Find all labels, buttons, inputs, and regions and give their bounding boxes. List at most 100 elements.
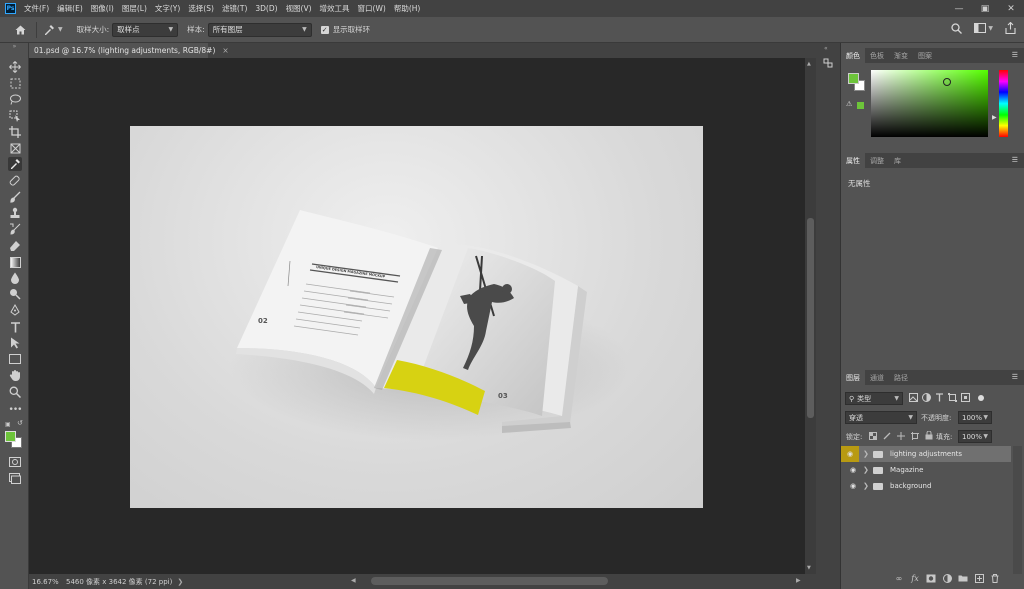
scroll-right-icon[interactable]: ▶ (796, 577, 801, 584)
link-layers-icon[interactable]: ∞ (893, 572, 905, 584)
panel-menu-icon[interactable]: ☰ (1012, 51, 1018, 59)
new-adjustment-layer-icon[interactable] (941, 572, 953, 584)
vertical-scroll-thumb[interactable] (807, 218, 814, 418)
menu-select[interactable]: 选择(S) (184, 3, 218, 14)
eraser-tool-icon[interactable] (8, 239, 22, 253)
filter-toggle-icon[interactable] (978, 394, 984, 401)
filter-shape-icon[interactable] (948, 393, 957, 402)
expand-chevron-icon[interactable]: ❯ (863, 450, 873, 458)
lock-position-icon[interactable] (897, 431, 905, 440)
object-selection-tool-icon[interactable] (8, 109, 22, 123)
blend-mode-select[interactable]: 穿透 ▼ (845, 411, 917, 424)
hand-tool-icon[interactable] (8, 368, 22, 382)
close-icon[interactable]: ✕ (998, 0, 1024, 17)
menu-file[interactable]: 文件(F) (20, 3, 53, 14)
filter-pixel-icon[interactable] (909, 393, 918, 402)
marquee-tool-icon[interactable] (8, 76, 22, 90)
collapse-panels-icon[interactable]: « (824, 45, 828, 52)
rectangle-tool-icon[interactable] (8, 352, 22, 366)
menu-type[interactable]: 文字(Y) (151, 3, 184, 14)
horizontal-scrollbar[interactable]: ◀ ▶ (29, 574, 816, 589)
add-mask-icon[interactable] (925, 572, 937, 584)
pen-tool-icon[interactable] (8, 303, 22, 317)
minimize-icon[interactable]: — (946, 0, 972, 17)
layer-name[interactable]: Magazine (890, 466, 923, 474)
show-sampling-ring-checkbox[interactable]: ✓ 显示取样环 (320, 24, 374, 35)
layer-row-lighting-adjustments[interactable]: ◉ ❯ lighting adjustments (841, 446, 1011, 462)
type-tool-icon[interactable] (8, 320, 22, 334)
menu-image[interactable]: 图像(I) (87, 3, 118, 14)
canvas-area[interactable]: 02 03 UNIQUE DESIGN MAGAZINE MOCKUP (29, 58, 805, 574)
filter-type-icon[interactable] (935, 393, 944, 402)
share-icon[interactable] (1005, 22, 1016, 34)
search-icon[interactable] (951, 22, 963, 34)
crop-tool-icon[interactable] (8, 125, 22, 139)
scroll-left-icon[interactable]: ◀ (351, 577, 356, 584)
layer-row-background[interactable]: ◉ ❯ background (841, 478, 1011, 494)
tab-color[interactable]: 颜色 (841, 48, 865, 63)
layers-scrollbar[interactable] (1013, 446, 1022, 574)
menu-view[interactable]: 视图(V) (282, 3, 316, 14)
menu-plugins[interactable]: 增效工具 (316, 3, 354, 14)
history-brush-tool-icon[interactable] (8, 222, 22, 236)
photoshop-logo-icon[interactable]: Ps (5, 3, 16, 14)
collapse-icon[interactable]: » (0, 43, 29, 50)
panel-menu-icon[interactable]: ☰ (1012, 373, 1018, 381)
move-tool-icon[interactable] (8, 60, 22, 74)
filter-smart-object-icon[interactable] (961, 393, 970, 402)
blur-tool-icon[interactable] (8, 271, 22, 285)
dodge-tool-icon[interactable] (8, 287, 22, 301)
delete-layer-icon[interactable] (989, 572, 1001, 584)
filter-adjustment-icon[interactable] (922, 393, 931, 402)
swap-colors-icon[interactable]: ↺ (17, 419, 23, 427)
layer-style-icon[interactable]: fx (909, 572, 921, 584)
tab-adjustments[interactable]: 调整 (865, 153, 889, 168)
tab-channels[interactable]: 通道 (865, 370, 889, 385)
opacity-input[interactable]: 100% ▼ (958, 411, 992, 424)
eyedropper-preset-picker[interactable]: ▼ (43, 24, 63, 36)
tab-paths[interactable]: 路径 (889, 370, 913, 385)
visibility-eye-icon[interactable]: ◉ (847, 482, 859, 490)
scroll-down-icon[interactable]: ▼ (807, 565, 811, 571)
sample-size-select[interactable]: 取样点 ▼ (112, 22, 179, 37)
fill-input[interactable]: 100% ▼ (958, 430, 992, 443)
menu-help[interactable]: 帮助(H) (390, 3, 425, 14)
vertical-scrollbar[interactable]: ▲ ▼ (805, 58, 816, 574)
new-group-icon[interactable] (957, 572, 969, 584)
color-picker-field[interactable] (871, 70, 988, 137)
brush-tool-icon[interactable] (8, 190, 22, 204)
color-picker-cursor[interactable] (943, 78, 951, 86)
home-icon[interactable] (10, 25, 30, 35)
eyedropper-tool-icon[interactable] (8, 157, 22, 171)
menu-window[interactable]: 窗口(W) (354, 3, 390, 14)
zoom-tool-icon[interactable] (8, 385, 22, 399)
lock-pixels-icon[interactable] (883, 432, 891, 440)
layer-row-magazine[interactable]: ◉ ❯ Magazine (841, 462, 1011, 478)
screen-mode-icon[interactable] (8, 471, 22, 485)
tab-patterns[interactable]: 图案 (913, 48, 937, 63)
workspace-switcher[interactable]: ▼ (974, 23, 993, 33)
document-tab[interactable]: 01.psd @ 16.7% (lighting adjustments, RG… (29, 43, 229, 58)
panel-menu-icon[interactable]: ☰ (1012, 156, 1018, 164)
tab-gradients[interactable]: 渐变 (889, 48, 913, 63)
more-tools-icon[interactable]: ••• (8, 403, 23, 417)
layer-name[interactable]: background (890, 482, 931, 490)
close-tab-icon[interactable]: × (222, 46, 228, 55)
lock-transparent-icon[interactable] (869, 431, 877, 440)
layer-name[interactable]: lighting adjustments (890, 450, 962, 458)
tab-libraries[interactable]: 库 (889, 153, 906, 168)
gradient-tool-icon[interactable] (8, 255, 22, 269)
lock-artboard-icon[interactable] (911, 431, 919, 440)
hue-slider-handle-icon[interactable]: ▶ (992, 114, 997, 121)
foreground-color-swatch[interactable] (5, 431, 16, 442)
layer-filter-select[interactable]: ⚲ 类型 ▼ (845, 392, 903, 405)
default-colors-icon[interactable]: ▣ (5, 421, 11, 428)
clone-stamp-tool-icon[interactable] (8, 206, 22, 220)
hue-slider[interactable] (999, 70, 1008, 137)
maximize-icon[interactable]: ▣ (972, 0, 998, 17)
document-canvas[interactable]: 02 03 UNIQUE DESIGN MAGAZINE MOCKUP (130, 126, 703, 508)
horizontal-scroll-thumb[interactable] (371, 577, 608, 585)
frame-tool-icon[interactable] (8, 141, 22, 155)
menu-filter[interactable]: 滤镜(T) (218, 3, 251, 14)
menu-edit[interactable]: 编辑(E) (53, 3, 87, 14)
